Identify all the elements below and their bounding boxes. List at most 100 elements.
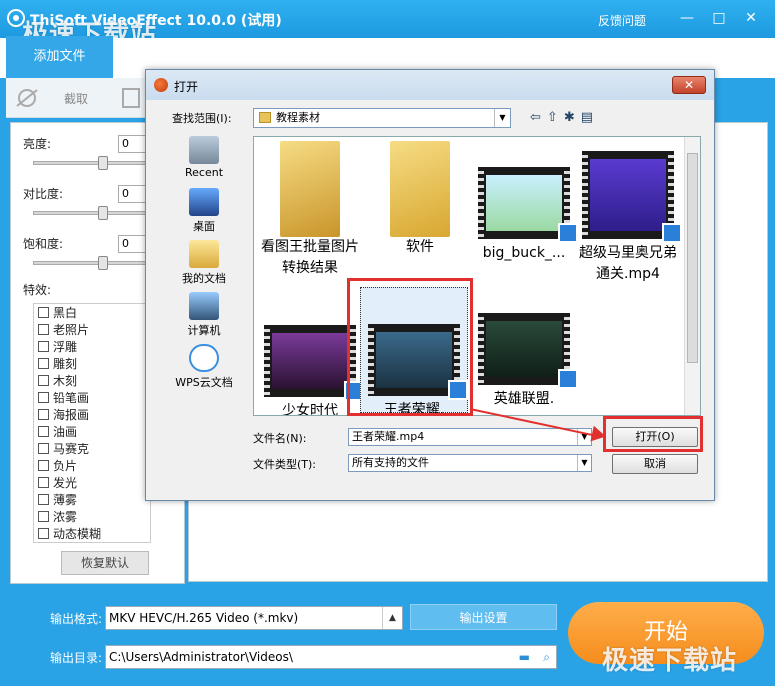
new-folder-icon[interactable]: ✱ bbox=[564, 110, 581, 125]
effect-icon[interactable] bbox=[14, 86, 40, 110]
computer-icon bbox=[189, 292, 219, 320]
place-label: 计算机 bbox=[187, 324, 221, 337]
place-desktop[interactable]: 桌面 bbox=[168, 188, 240, 240]
folder-icon bbox=[390, 141, 450, 237]
add-file-button[interactable]: 添加文件 bbox=[6, 36, 113, 78]
effect-item[interactable]: 雕刻 bbox=[34, 355, 150, 372]
effects-label: 特效: bbox=[23, 283, 52, 297]
output-format-select[interactable]: MKV HEVC/H.265 Video (*.mkv) ▲ bbox=[105, 606, 403, 630]
effect-item[interactable]: 浮雕 bbox=[34, 338, 150, 355]
feedback-link[interactable]: 反馈问题 bbox=[598, 12, 646, 29]
checkbox[interactable] bbox=[38, 477, 49, 488]
checkbox[interactable] bbox=[38, 324, 49, 335]
brightness-label: 亮度: bbox=[23, 137, 52, 151]
dropdown-arrow-icon[interactable]: ▼ bbox=[577, 455, 591, 471]
restore-default-button[interactable]: 恢复默认 bbox=[61, 551, 149, 575]
cloud-icon bbox=[189, 344, 219, 372]
place-label: Recent bbox=[184, 166, 224, 179]
maximize-icon[interactable]: □ bbox=[708, 8, 730, 28]
dialog-close-icon[interactable]: ✕ bbox=[672, 76, 706, 94]
effect-item[interactable]: 负片 bbox=[34, 457, 150, 474]
place-wps-cloud[interactable]: WPS云文档 bbox=[168, 344, 240, 396]
place-computer[interactable]: 计算机 bbox=[168, 292, 240, 344]
filetype-label: 文件类型(T): bbox=[253, 458, 317, 471]
effect-label: 马赛克 bbox=[53, 442, 90, 456]
crop-icon[interactable] bbox=[120, 86, 142, 110]
effect-label: 浓雾 bbox=[53, 510, 78, 524]
place-documents[interactable]: 我的文档 bbox=[168, 240, 240, 292]
effect-item[interactable]: 浓雾 bbox=[34, 508, 150, 525]
filetype-select[interactable]: 所有支持的文件 ▼ bbox=[348, 454, 592, 472]
slider-knob[interactable] bbox=[98, 156, 108, 170]
up-folder-icon[interactable]: ⇧ bbox=[547, 110, 564, 125]
place-recent[interactable]: Recent bbox=[168, 136, 240, 188]
slider-knob[interactable] bbox=[98, 256, 108, 270]
vertical-scrollbar[interactable] bbox=[684, 137, 700, 415]
checkbox[interactable] bbox=[38, 460, 49, 471]
file-item[interactable]: 英雄联盟. bbox=[470, 313, 578, 410]
brightness-slider[interactable] bbox=[33, 156, 148, 170]
checkbox[interactable] bbox=[38, 341, 49, 352]
dropdown-arrow-icon[interactable]: ▼ bbox=[494, 109, 510, 127]
effect-item[interactable]: 薄雾 bbox=[34, 491, 150, 508]
filmstrip-icon bbox=[582, 151, 674, 239]
filetype-value: 所有支持的文件 bbox=[352, 456, 429, 469]
checkbox[interactable] bbox=[38, 511, 49, 522]
dropdown-arrow-icon[interactable]: ▲ bbox=[382, 607, 402, 629]
folder-icon bbox=[259, 112, 271, 123]
search-icon[interactable]: ⌕ bbox=[543, 646, 550, 668]
effect-item[interactable]: 动态模糊 bbox=[34, 525, 150, 542]
effect-item[interactable]: 木刻 bbox=[34, 372, 150, 389]
video-thumbnail bbox=[582, 151, 682, 243]
checkbox[interactable] bbox=[38, 494, 49, 505]
effect-item[interactable]: 海报画 bbox=[34, 406, 150, 423]
lookin-select[interactable]: 教程素材 ▼ bbox=[253, 108, 511, 128]
checkbox[interactable] bbox=[38, 307, 49, 318]
checkbox[interactable] bbox=[38, 426, 49, 437]
back-icon[interactable]: ⇦ bbox=[530, 110, 547, 125]
close-icon[interactable]: ✕ bbox=[740, 8, 762, 28]
file-name: 少女时代 bbox=[282, 403, 338, 416]
file-item[interactable]: 超级马里奥兄弟通关.mp4 bbox=[574, 151, 682, 285]
folder-icon[interactable]: ▬ bbox=[519, 646, 530, 668]
minimize-icon[interactable]: — bbox=[676, 8, 698, 28]
contrast-slider[interactable] bbox=[33, 206, 148, 220]
place-label: WPS云文档 bbox=[175, 376, 233, 389]
effect-label: 浮雕 bbox=[53, 340, 78, 354]
effect-item[interactable]: 黑白 bbox=[34, 304, 150, 321]
filmstrip-icon bbox=[264, 325, 356, 397]
effect-item[interactable]: 发光 bbox=[34, 474, 150, 491]
file-name: 看图王批量图片转换结果 bbox=[261, 239, 359, 276]
effect-item[interactable]: 老照片 bbox=[34, 321, 150, 338]
effect-item[interactable]: 马赛克 bbox=[34, 440, 150, 457]
effect-item[interactable]: 油画 bbox=[34, 423, 150, 440]
file-item[interactable]: 软件 bbox=[366, 141, 474, 258]
checkbox[interactable] bbox=[38, 443, 49, 454]
checkbox[interactable] bbox=[38, 409, 49, 420]
output-dir-input[interactable]: C:\Users\Administrator\Videos\ ▬ ⌕ bbox=[105, 645, 557, 669]
checkbox[interactable] bbox=[38, 375, 49, 386]
edit-toolbar: 截取 bbox=[6, 78, 146, 118]
checkbox[interactable] bbox=[38, 392, 49, 403]
effect-label: 油画 bbox=[53, 425, 78, 439]
checkbox[interactable] bbox=[38, 358, 49, 369]
file-item[interactable]: big_buck_... bbox=[470, 167, 578, 264]
filename-input[interactable]: 王者荣耀.mp4 ▼ bbox=[348, 428, 592, 446]
crop-tab[interactable]: 截取 bbox=[64, 90, 88, 107]
dialog-app-icon bbox=[154, 78, 168, 92]
highlight-box-file bbox=[347, 278, 473, 416]
dialog-title-bar: 打开 ✕ bbox=[146, 70, 714, 100]
nav-toolbar: ⇦⇧✱▤ bbox=[530, 110, 599, 125]
file-item[interactable]: 看图王批量图片转换结果 bbox=[256, 141, 364, 279]
video-badge-icon bbox=[558, 369, 578, 389]
slider-knob[interactable] bbox=[98, 206, 108, 220]
effect-label: 雕刻 bbox=[53, 357, 78, 371]
view-menu-icon[interactable]: ▤ bbox=[581, 110, 599, 125]
effect-item[interactable]: 铅笔画 bbox=[34, 389, 150, 406]
cancel-button[interactable]: 取消 bbox=[612, 454, 698, 474]
saturation-slider[interactable] bbox=[33, 256, 148, 270]
filename-label: 文件名(N): bbox=[253, 432, 307, 445]
checkbox[interactable] bbox=[38, 528, 49, 539]
output-settings-button[interactable]: 输出设置 bbox=[410, 604, 557, 630]
scrollbar-thumb[interactable] bbox=[687, 153, 698, 363]
